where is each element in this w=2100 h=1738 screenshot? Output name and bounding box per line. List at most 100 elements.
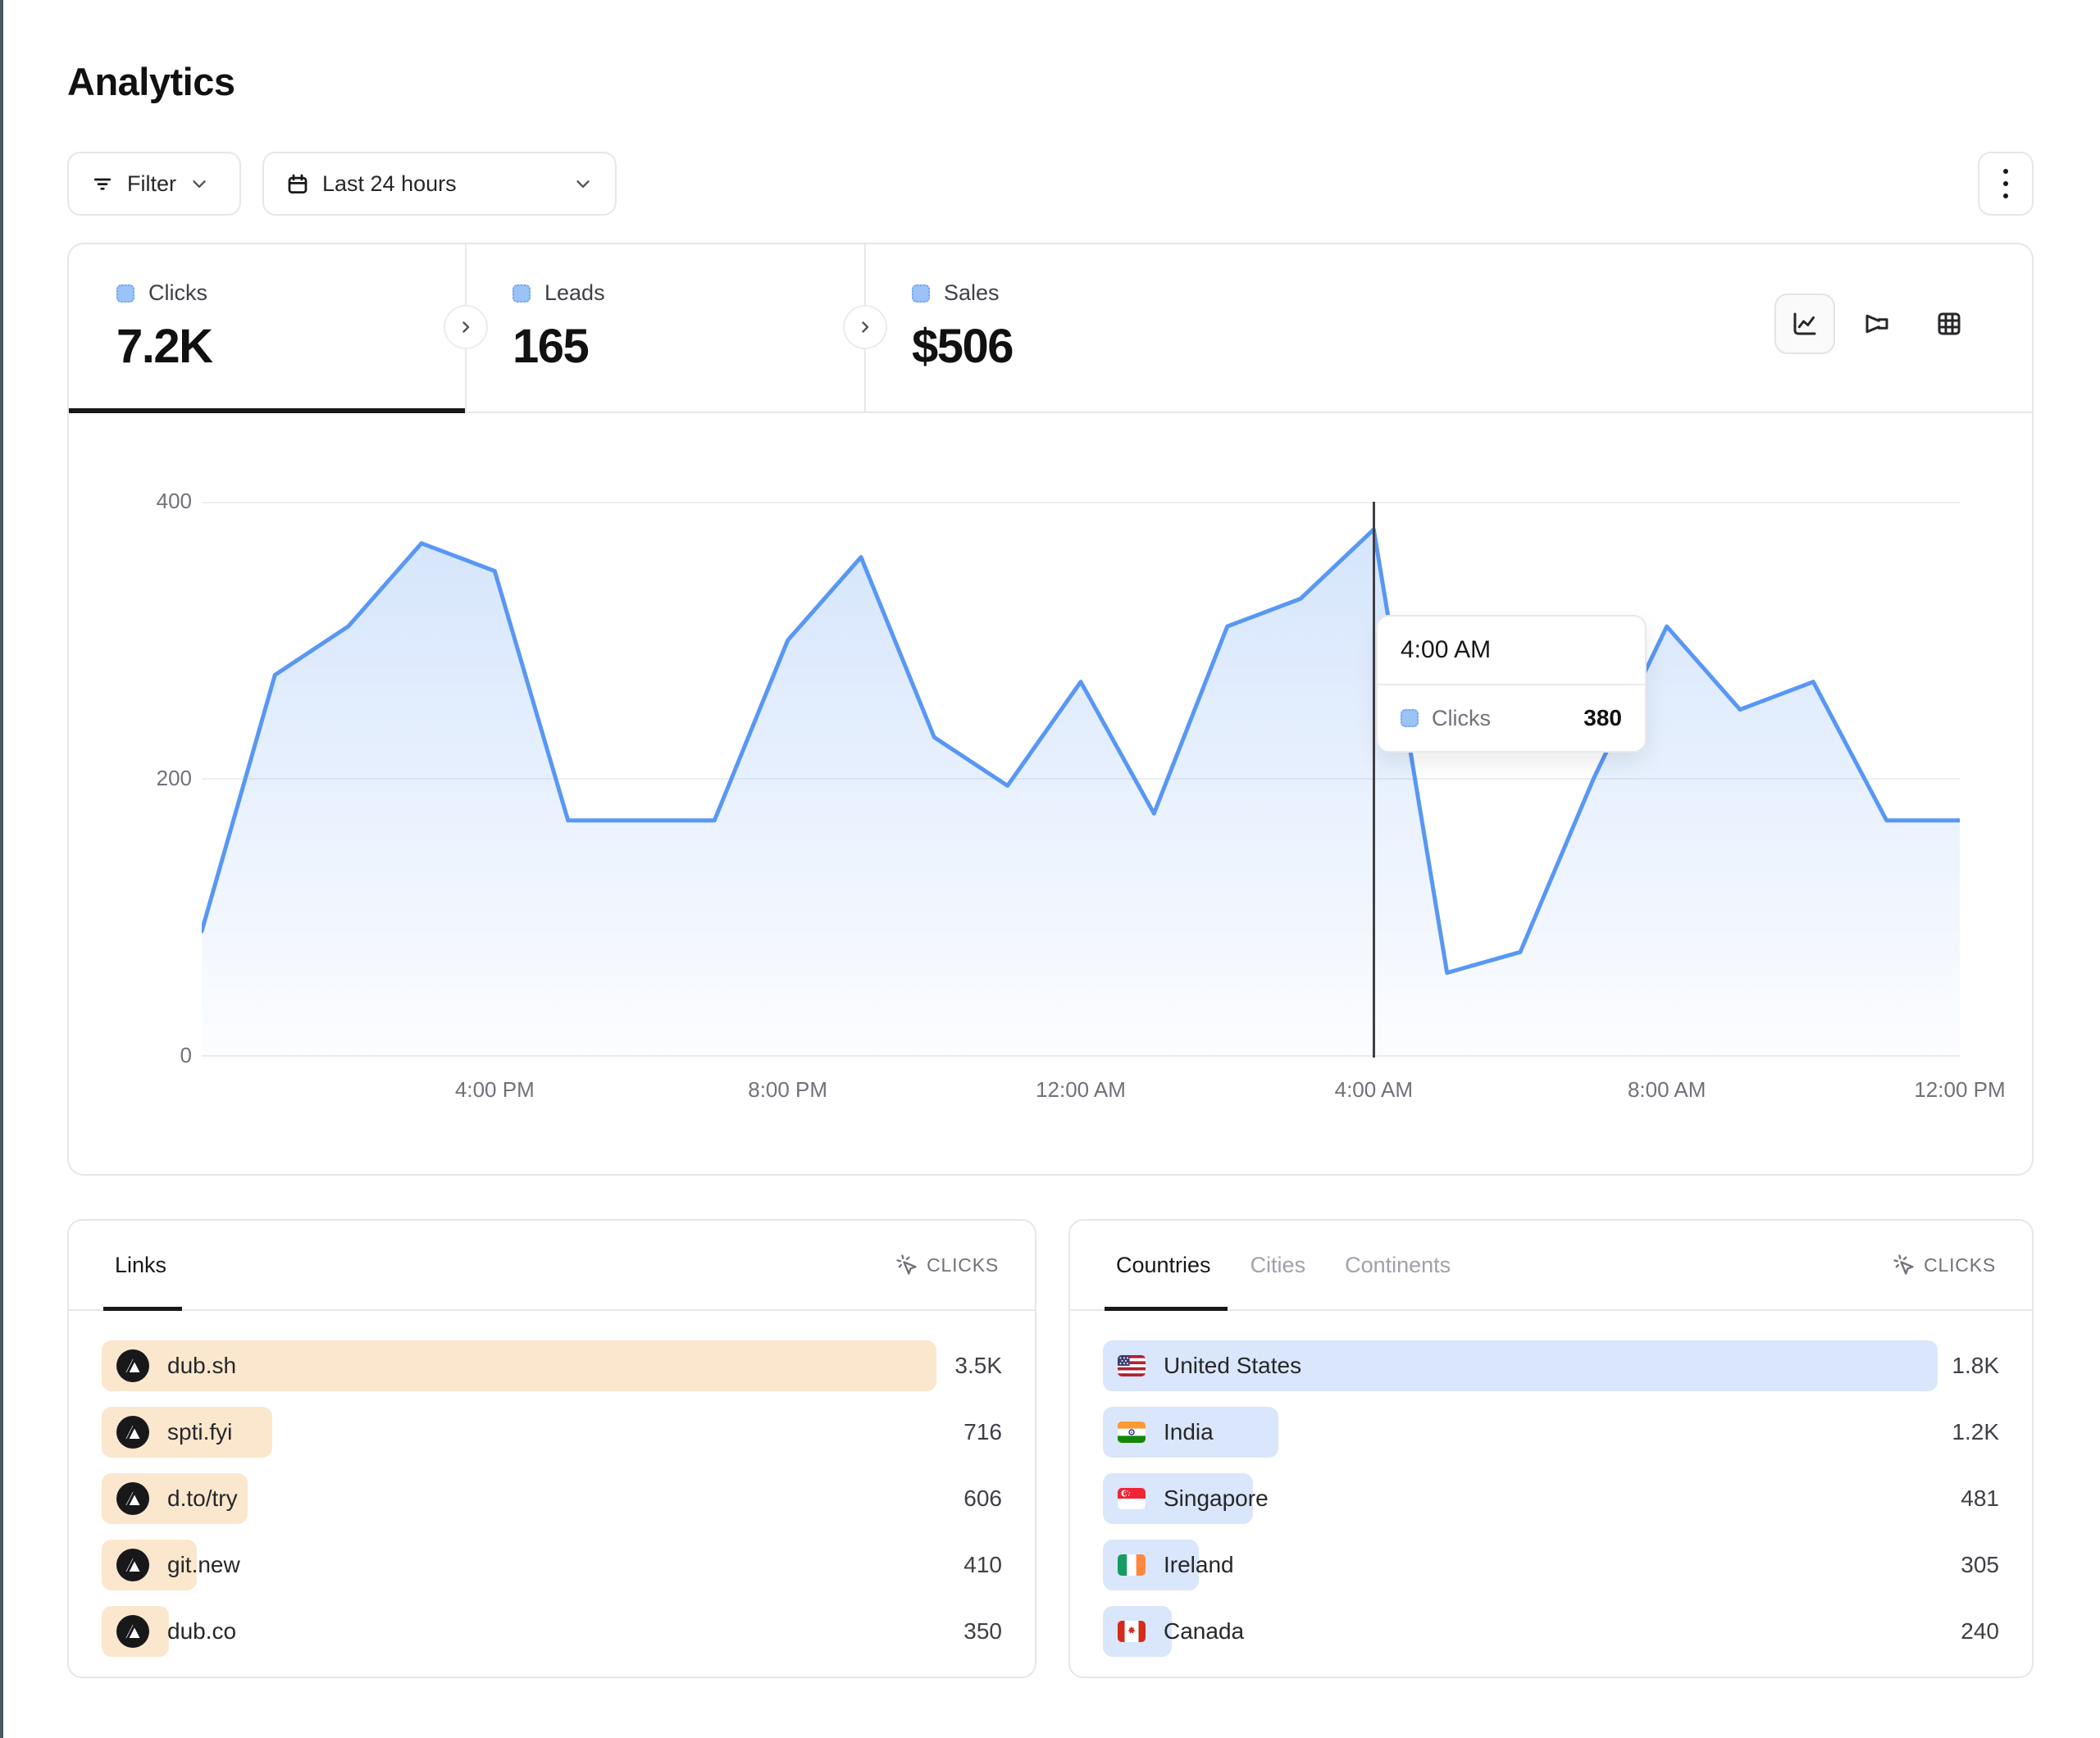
stat-value: 7.2K [116, 319, 465, 374]
stat-value: 165 [512, 319, 864, 374]
tab-links[interactable]: Links [115, 1253, 166, 1278]
x-axis-tick: 4:00 AM [1304, 1077, 1443, 1103]
dub-logo-icon [116, 1615, 149, 1648]
line-chart-view-button[interactable] [1774, 293, 1835, 354]
row-label: Ireland [1164, 1552, 1234, 1578]
y-axis-tick: 400 [102, 489, 192, 514]
chevron-down-icon [572, 173, 594, 194]
metric-label: CLICKS [927, 1254, 999, 1276]
row-label: git.new [167, 1552, 240, 1578]
link-row[interactable]: git.new 410 [102, 1540, 1002, 1590]
expand-leads-button[interactable] [444, 305, 488, 349]
tab-clicks[interactable]: Clicks 7.2K [69, 244, 465, 413]
country-row[interactable]: Ireland 305 [1103, 1540, 1999, 1590]
grid-icon [1934, 309, 1964, 339]
us-flag-icon [1118, 1355, 1146, 1376]
y-axis-tick: 200 [102, 766, 192, 791]
stat-label: Clicks [148, 280, 207, 306]
date-range-label: Last 24 hours [322, 171, 457, 197]
active-tab-underline [103, 1307, 182, 1311]
row-label: dub.co [167, 1618, 236, 1645]
expand-sales-button[interactable] [843, 305, 887, 349]
link-row[interactable]: dub.co 350 [102, 1606, 1002, 1657]
row-value: 240 [1961, 1606, 1999, 1657]
row-label: spti.fyi [167, 1419, 232, 1445]
ie-flag-icon [1118, 1554, 1146, 1576]
row-value: 1.8K [1952, 1340, 1999, 1391]
tab-leads[interactable]: Leads 165 [465, 244, 864, 413]
row-label: Canada [1164, 1618, 1244, 1645]
dub-logo-icon [116, 1549, 149, 1581]
sales-swatch-icon [912, 284, 930, 303]
country-row[interactable]: Singapore 481 [1103, 1473, 1999, 1524]
stat-value: $506 [912, 319, 1274, 374]
link-row[interactable]: spti.fyi 716 [102, 1407, 1002, 1458]
line-chart-icon [1790, 309, 1820, 339]
clicks-metric-header[interactable]: CLICKS [1893, 1253, 1996, 1276]
country-row[interactable]: United States 1.8K [1103, 1340, 1999, 1391]
kebab-icon [2003, 169, 2008, 198]
tooltip-value: 380 [1583, 705, 1622, 731]
page-title: Analytics [67, 59, 235, 104]
row-label: d.to/try [167, 1485, 238, 1512]
table-view-button[interactable] [1919, 293, 1979, 354]
chart-crosshair [1373, 502, 1375, 1058]
row-value: 606 [963, 1473, 1002, 1524]
geo-panel: Countries Cities Continents CLICKS Unite… [1068, 1219, 2034, 1678]
dub-logo-icon [116, 1416, 149, 1449]
filter-button[interactable]: Filter [67, 152, 241, 216]
area-fill [202, 530, 1960, 1056]
cursor-click-icon [1893, 1253, 1916, 1276]
dub-logo-icon [116, 1482, 149, 1515]
x-axis-tick: 12:00 AM [1011, 1077, 1150, 1103]
tab-sales[interactable]: Sales $506 [864, 244, 1274, 413]
left-edge-accent [0, 0, 3, 1738]
x-axis-tick: 8:00 PM [718, 1077, 858, 1103]
row-value: 410 [963, 1540, 1002, 1590]
funnel-view-button[interactable] [1847, 293, 1907, 354]
ca-flag-icon [1118, 1621, 1146, 1642]
link-row[interactable]: d.to/try 606 [102, 1473, 1002, 1524]
chart-type-switcher [1774, 293, 1979, 354]
y-axis-tick: 0 [102, 1043, 192, 1068]
tab-countries[interactable]: Countries [1116, 1253, 1211, 1278]
country-row[interactable]: Canada 240 [1103, 1606, 1999, 1657]
row-value: 350 [963, 1606, 1002, 1657]
row-value: 481 [1961, 1473, 1999, 1524]
chevron-down-icon [189, 173, 210, 194]
tab-cities[interactable]: Cities [1250, 1253, 1306, 1278]
sg-flag-icon [1118, 1488, 1146, 1509]
clicks-metric-header[interactable]: CLICKS [895, 1253, 999, 1276]
stats-tabs-row: Clicks 7.2K Leads 165 Sales $506 [69, 244, 2032, 413]
tooltip-series: Clicks [1432, 706, 1491, 731]
more-options-button[interactable] [1978, 152, 2034, 216]
row-label: Singapore [1164, 1485, 1269, 1512]
clicks-swatch-icon [1401, 709, 1419, 727]
calendar-icon [285, 171, 310, 196]
stat-label: Sales [944, 280, 1000, 306]
row-label: United States [1164, 1353, 1301, 1379]
date-range-button[interactable]: Last 24 hours [262, 152, 617, 216]
active-tab-underline [69, 408, 465, 413]
chart-tooltip: 4:00 AM Clicks 380 [1376, 615, 1647, 753]
links-panel: Links CLICKS dub.sh3.5K spti.fyi 716 d.to/t… [67, 1219, 1036, 1678]
x-axis-tick: 8:00 AM [1597, 1077, 1737, 1103]
links-list: dub.sh3.5K spti.fyi 716 d.to/try 606 git.new 4… [69, 1311, 1035, 1657]
cursor-click-icon [895, 1253, 918, 1276]
tab-continents[interactable]: Continents [1345, 1253, 1451, 1278]
x-axis-tick: 12:00 PM [1890, 1077, 2029, 1103]
leads-swatch-icon [512, 284, 531, 303]
row-value: 716 [963, 1407, 1002, 1458]
x-axis-tick: 4:00 PM [425, 1077, 564, 1103]
filter-button-label: Filter [127, 171, 176, 197]
row-label: India [1164, 1419, 1214, 1445]
countries-list: United States 1.8K India 1.2K Singapore 481 Ir… [1070, 1311, 2032, 1657]
row-value: 1.2K [1952, 1407, 1999, 1458]
country-row[interactable]: India 1.2K [1103, 1407, 1999, 1458]
row-value: 305 [1961, 1540, 1999, 1590]
in-flag-icon [1118, 1422, 1146, 1443]
link-row[interactable]: dub.sh3.5K [102, 1340, 1002, 1391]
active-tab-underline [1105, 1307, 1228, 1311]
tooltip-time: 4:00 AM [1378, 616, 1645, 684]
dub-logo-icon [116, 1349, 149, 1382]
